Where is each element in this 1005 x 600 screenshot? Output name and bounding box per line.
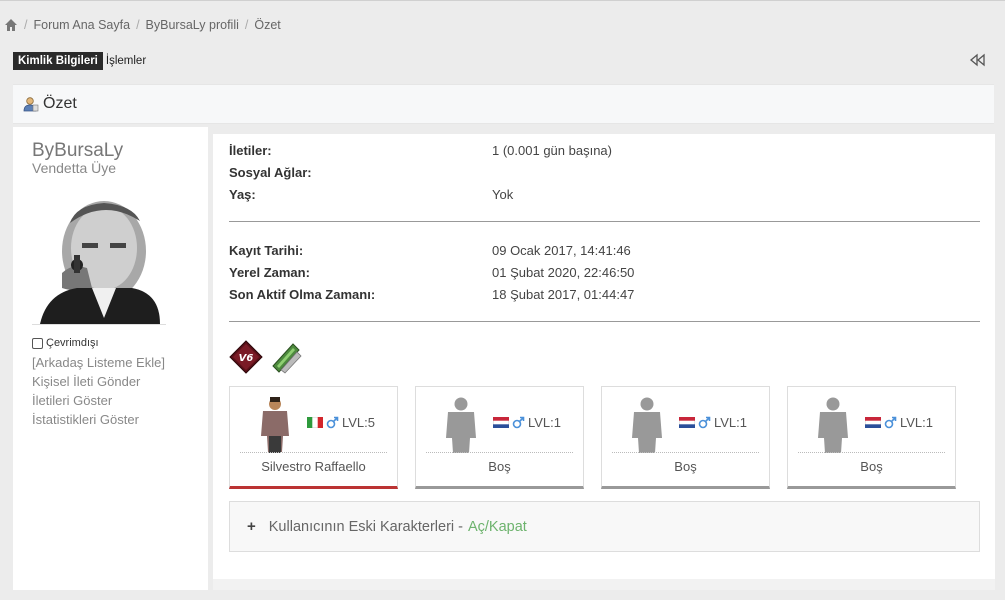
profile-tabs: Kimlik Bilgileri İşlemler bbox=[13, 52, 146, 70]
send-pm-link[interactable]: Kişisel İleti Gönder bbox=[32, 374, 140, 389]
status-checkbox-icon bbox=[32, 337, 43, 349]
home-icon[interactable] bbox=[4, 18, 18, 32]
character-card[interactable]: LVL:1 Boş bbox=[415, 386, 584, 489]
username: ByBursaLy bbox=[32, 140, 124, 161]
plus-icon: + bbox=[247, 518, 256, 535]
stat-value: 01 Şubat 2020, 22:46:50 bbox=[492, 265, 635, 280]
avatar bbox=[32, 193, 166, 325]
breadcrumb: / Forum Ana Sayfa / ByBursaLy profili / … bbox=[4, 16, 281, 34]
male-icon bbox=[512, 416, 525, 429]
stat-value: 1 (0.001 gün başına) bbox=[492, 143, 612, 158]
stat-label: Yerel Zaman: bbox=[229, 265, 310, 280]
stat-label: Yaş: bbox=[229, 187, 256, 202]
panel-header: Özet bbox=[13, 84, 994, 124]
main-bottom-edge bbox=[213, 579, 995, 590]
character-info: LVL:1 bbox=[493, 415, 561, 430]
collapse-icon[interactable] bbox=[969, 53, 987, 67]
breadcrumb-summary[interactable]: Özet bbox=[254, 18, 280, 32]
character-name: Boş bbox=[674, 459, 697, 474]
empty-character-silhouette-icon bbox=[632, 397, 662, 453]
male-icon bbox=[326, 416, 339, 429]
character-level: LVL:1 bbox=[528, 415, 562, 430]
money-badge-icon bbox=[272, 343, 302, 374]
character-card[interactable]: LVL:1 Boş bbox=[787, 386, 956, 489]
profile-main: İletiler: 1 (0.001 gün başına) Sosyal Ağ… bbox=[213, 134, 995, 579]
empty-character-silhouette-icon bbox=[446, 397, 476, 453]
character-level: LVL:1 bbox=[900, 415, 934, 430]
character-level: LVL:5 bbox=[342, 415, 376, 430]
old-characters-label: Kullanıcının Eski Karakterleri - bbox=[268, 518, 463, 535]
netherlands-flag-icon bbox=[679, 417, 695, 428]
status-label: Çevrimdışı bbox=[46, 337, 99, 349]
top-border bbox=[0, 0, 1005, 1]
netherlands-flag-icon bbox=[865, 417, 881, 428]
old-characters-toggle-link[interactable]: Aç/Kapat bbox=[468, 519, 527, 535]
online-status: Çevrimdışı bbox=[32, 337, 99, 349]
breadcrumb-forum-home[interactable]: Forum Ana Sayfa bbox=[33, 18, 130, 32]
empty-character-silhouette-icon bbox=[818, 397, 848, 453]
divider bbox=[229, 321, 980, 322]
add-friend-link[interactable]: [Arkadaş Listeme Ekle] bbox=[32, 355, 165, 370]
panel-title: Özet bbox=[43, 95, 77, 112]
tab-actions[interactable]: İşlemler bbox=[106, 55, 146, 67]
tab-identity[interactable]: Kimlik Bilgileri bbox=[13, 52, 103, 70]
show-posts-link[interactable]: İletileri Göster bbox=[32, 393, 112, 408]
card-divider bbox=[426, 452, 573, 453]
stat-label: Sosyal Ağlar: bbox=[229, 165, 312, 180]
breadcrumb-separator: / bbox=[136, 18, 140, 32]
breadcrumb-profile[interactable]: ByBursaLy profili bbox=[146, 18, 239, 32]
male-icon bbox=[884, 416, 897, 429]
stat-value: Yok bbox=[492, 187, 514, 202]
stat-label: Son Aktif Olma Zamanı: bbox=[229, 287, 376, 302]
character-name: Boş bbox=[488, 459, 511, 474]
card-divider bbox=[798, 452, 945, 453]
character-name: Boş bbox=[860, 459, 883, 474]
card-divider bbox=[240, 452, 387, 453]
avatar-image bbox=[32, 193, 166, 324]
character-card[interactable]: LVL:1 Boş bbox=[601, 386, 770, 489]
character-info: LVL:1 bbox=[865, 415, 933, 430]
user-title: Vendetta Üye bbox=[32, 160, 117, 176]
male-icon bbox=[698, 416, 711, 429]
user-icon bbox=[23, 97, 39, 112]
character-skin-icon bbox=[261, 397, 289, 453]
stat-value: 18 Şubat 2017, 01:44:47 bbox=[492, 287, 635, 302]
v6-badge-text: V6 bbox=[239, 353, 254, 364]
character-name: Silvestro Raffaello bbox=[261, 459, 366, 474]
card-divider bbox=[612, 452, 759, 453]
netherlands-flag-icon bbox=[493, 417, 509, 428]
breadcrumb-separator: / bbox=[244, 18, 249, 32]
character-info: LVL:5 bbox=[307, 415, 375, 430]
show-stats-link[interactable]: İstatistikleri Göster bbox=[32, 412, 139, 427]
divider bbox=[229, 221, 980, 222]
character-info: LVL:1 bbox=[679, 415, 747, 430]
character-level: LVL:1 bbox=[714, 415, 748, 430]
profile-sidebar: ByBursaLy Vendetta Üye Çevrimdışı [Arkad… bbox=[13, 127, 208, 590]
breadcrumb-separator: / bbox=[24, 18, 28, 32]
old-characters-panel[interactable]: + Kullanıcının Eski Karakterleri - Aç/Ka… bbox=[229, 501, 980, 552]
italy-flag-icon bbox=[307, 417, 323, 428]
stat-label: Kayıt Tarihi: bbox=[229, 243, 304, 258]
stat-value: 09 Ocak 2017, 14:41:46 bbox=[492, 243, 631, 258]
stat-label: İletiler: bbox=[229, 143, 272, 158]
v6-badge-icon: V6 bbox=[229, 340, 263, 374]
character-card[interactable]: LVL:5 Silvestro Raffaello bbox=[229, 386, 398, 489]
